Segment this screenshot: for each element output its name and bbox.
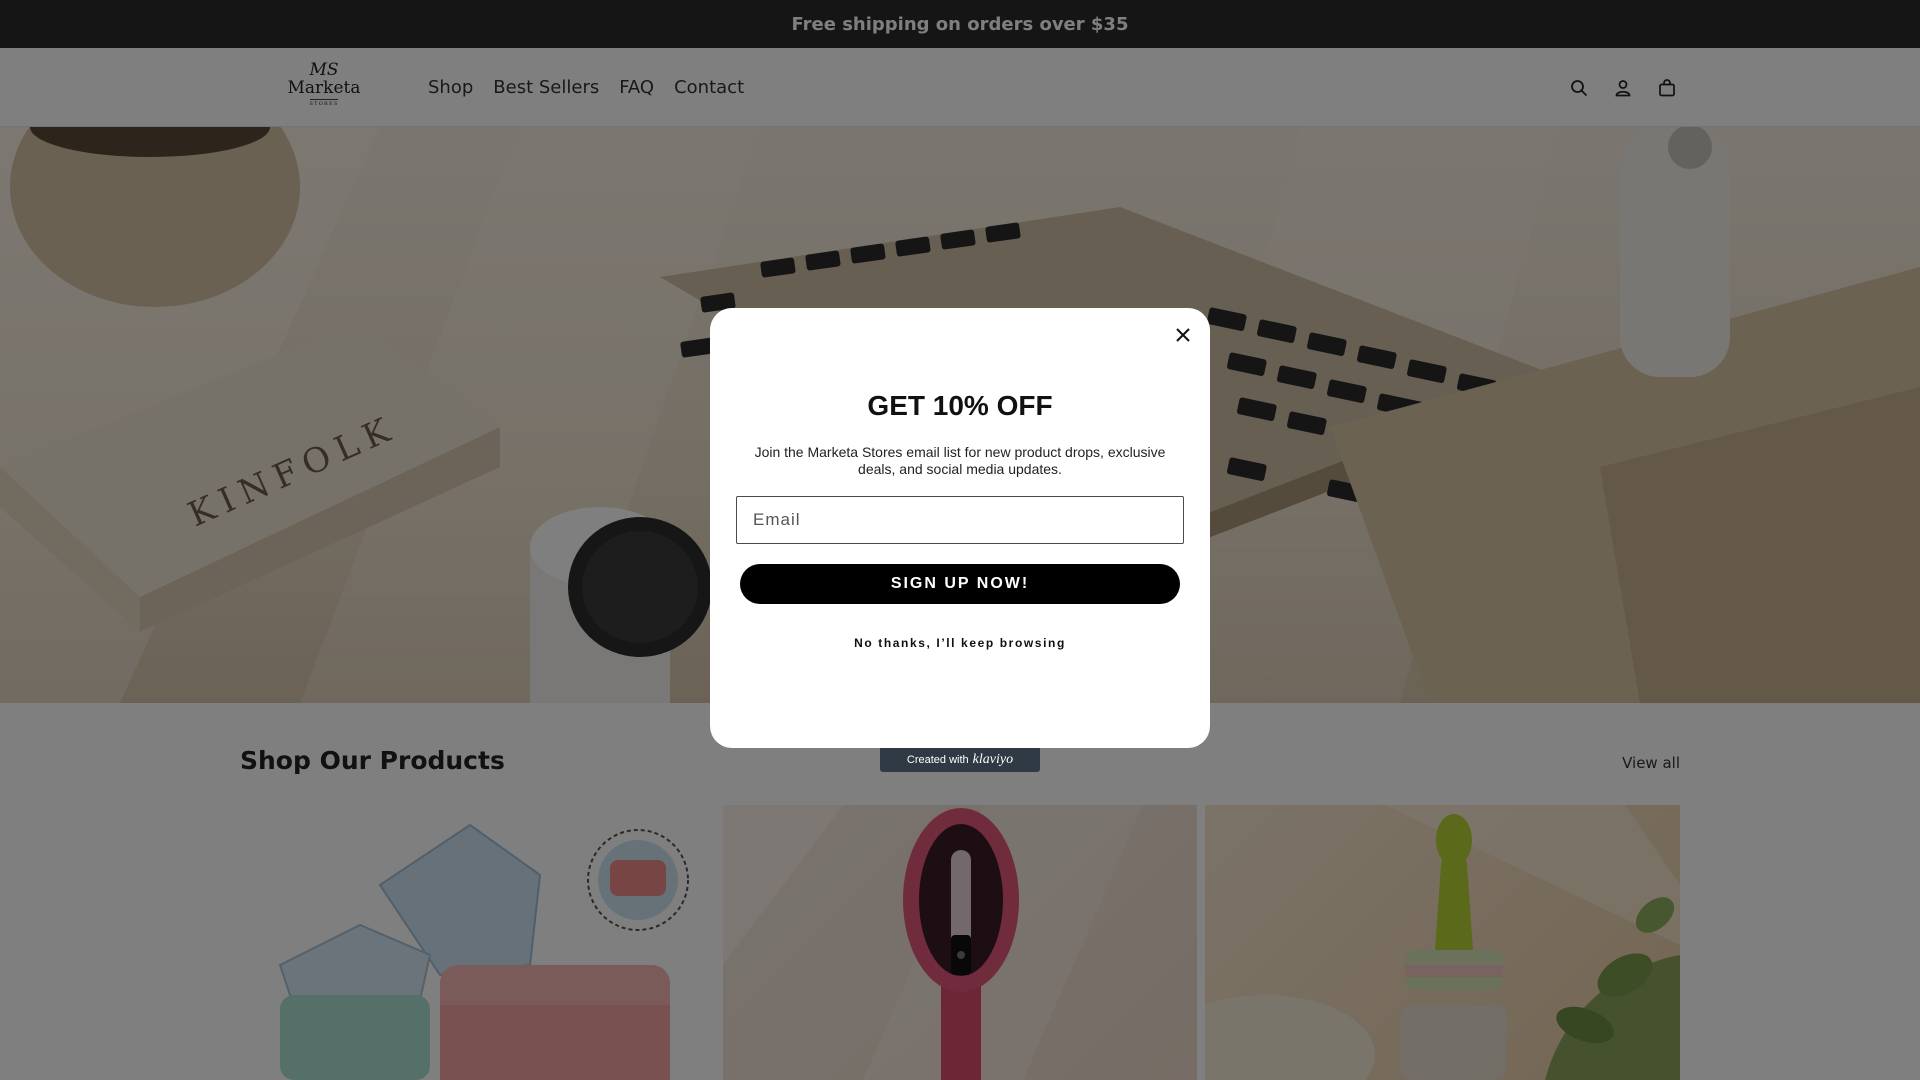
popup-title: GET 10% OFF <box>867 390 1053 421</box>
klaviyo-badge[interactable]: Created with klaviyo <box>880 748 1040 772</box>
badge-prefix: Created with <box>906 754 969 766</box>
close-icon <box>1176 328 1190 342</box>
popup-description: Join the Marketa Stores email list for n… <box>754 444 1166 477</box>
close-popup-button[interactable] <box>1170 322 1196 348</box>
sign-up-button[interactable]: SIGN UP NOW! <box>740 564 1180 604</box>
email-field[interactable] <box>736 496 1184 544</box>
signup-popup: GET 10% OFF Join the Marketa Stores emai… <box>710 308 1210 748</box>
no-thanks-link[interactable]: No thanks, I’ll keep browsing <box>710 636 1210 650</box>
badge-brand: klaviyo <box>972 752 1014 767</box>
